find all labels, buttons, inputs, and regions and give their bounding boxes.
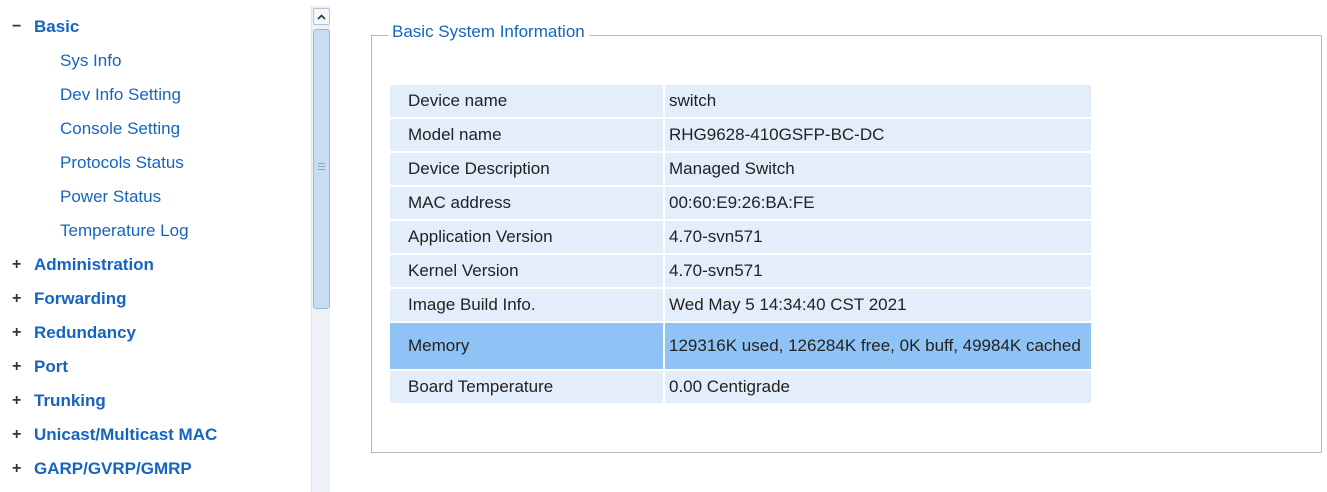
nav-group-unicast-multicast-mac[interactable]: + Unicast/Multicast MAC bbox=[12, 418, 217, 452]
row-value: 4.70-svn571 bbox=[665, 221, 1091, 253]
row-label: Device Description bbox=[390, 153, 665, 185]
expand-toggle[interactable]: + bbox=[12, 358, 34, 376]
nav-group-port[interactable]: + Port bbox=[12, 350, 217, 384]
row-label: Model name bbox=[390, 119, 665, 151]
table-row: Board Temperature 0.00 Centigrade bbox=[390, 371, 1091, 403]
row-label: Memory bbox=[390, 323, 665, 369]
sidebar-nav: − Basic Sys Info Dev Info Setting Consol… bbox=[0, 0, 330, 492]
nav-item-power-status[interactable]: Power Status bbox=[12, 180, 217, 214]
row-label: Device name bbox=[390, 85, 665, 117]
nav-item-dev-info-setting[interactable]: Dev Info Setting bbox=[12, 78, 217, 112]
table-row: Image Build Info. Wed May 5 14:34:40 CST… bbox=[390, 289, 1091, 321]
nav-group-label[interactable]: Port bbox=[34, 357, 68, 377]
row-value: RHG9628-410GSFP-BC-DC bbox=[665, 119, 1091, 151]
table-row: Device name switch bbox=[390, 85, 1091, 117]
nav-group-garp-gvrp-gmrp[interactable]: + GARP/GVRP/GMRP bbox=[12, 452, 217, 486]
nav-group-administration[interactable]: + Administration bbox=[12, 248, 217, 282]
panel-title: Basic System Information bbox=[388, 22, 589, 42]
scrollbar-thumb[interactable] bbox=[313, 29, 330, 309]
nav-group-label[interactable]: Trunking bbox=[34, 391, 106, 411]
nav-group-label[interactable]: Redundancy bbox=[34, 323, 136, 343]
basic-system-information-panel: Basic System Information Device name swi… bbox=[371, 22, 1322, 453]
nav-item-protocols-status[interactable]: Protocols Status bbox=[12, 146, 217, 180]
row-label: MAC address bbox=[390, 187, 665, 219]
nav-group-trunking[interactable]: + Trunking bbox=[12, 384, 217, 418]
row-label: Application Version bbox=[390, 221, 665, 253]
nav-group-redundancy[interactable]: + Redundancy bbox=[12, 316, 217, 350]
nav-menu: − Basic Sys Info Dev Info Setting Consol… bbox=[12, 10, 217, 486]
nav-group-label[interactable]: Forwarding bbox=[34, 289, 127, 309]
expand-toggle[interactable]: + bbox=[12, 256, 34, 274]
row-label: Board Temperature bbox=[390, 371, 665, 403]
expand-toggle[interactable]: + bbox=[12, 392, 34, 410]
grip-icon bbox=[318, 163, 325, 172]
expand-toggle[interactable]: + bbox=[12, 290, 34, 308]
system-info-table: Device name switch Model name RHG9628-41… bbox=[390, 83, 1091, 405]
row-label: Image Build Info. bbox=[390, 289, 665, 321]
row-value: Wed May 5 14:34:40 CST 2021 bbox=[665, 289, 1091, 321]
table-row-highlighted: Memory 129316K used, 126284K free, 0K bu… bbox=[390, 323, 1091, 369]
nav-group-label[interactable]: Unicast/Multicast MAC bbox=[34, 425, 217, 445]
row-value: Managed Switch bbox=[665, 153, 1091, 185]
row-value: 00:60:E9:26:BA:FE bbox=[665, 187, 1091, 219]
row-label: Kernel Version bbox=[390, 255, 665, 287]
table-row: Device Description Managed Switch bbox=[390, 153, 1091, 185]
expand-toggle[interactable]: + bbox=[12, 426, 34, 444]
table-row: MAC address 00:60:E9:26:BA:FE bbox=[390, 187, 1091, 219]
nav-group-forwarding[interactable]: + Forwarding bbox=[12, 282, 217, 316]
nav-group-label[interactable]: Administration bbox=[34, 255, 154, 275]
table-row: Model name RHG9628-410GSFP-BC-DC bbox=[390, 119, 1091, 151]
collapse-toggle[interactable]: − bbox=[12, 18, 34, 36]
nav-item-sys-info[interactable]: Sys Info bbox=[12, 44, 217, 78]
row-value: 129316K used, 126284K free, 0K buff, 499… bbox=[665, 323, 1091, 369]
nav-item-temperature-log[interactable]: Temperature Log bbox=[12, 214, 217, 248]
nav-group-basic[interactable]: − Basic bbox=[12, 10, 217, 44]
table-row: Application Version 4.70-svn571 bbox=[390, 221, 1091, 253]
nav-group-label[interactable]: Basic bbox=[34, 17, 79, 37]
nav-item-console-setting[interactable]: Console Setting bbox=[12, 112, 217, 146]
row-value: 4.70-svn571 bbox=[665, 255, 1091, 287]
sidebar-scrollbar[interactable] bbox=[311, 6, 330, 492]
row-value: 0.00 Centigrade bbox=[665, 371, 1091, 403]
expand-toggle[interactable]: + bbox=[12, 324, 34, 342]
expand-toggle[interactable]: + bbox=[12, 460, 34, 478]
row-value: switch bbox=[665, 85, 1091, 117]
basic-submenu: Sys Info Dev Info Setting Console Settin… bbox=[12, 44, 217, 248]
table-row: Kernel Version 4.70-svn571 bbox=[390, 255, 1091, 287]
chevron-up-icon[interactable] bbox=[313, 8, 330, 25]
nav-group-label[interactable]: GARP/GVRP/GMRP bbox=[34, 459, 192, 479]
